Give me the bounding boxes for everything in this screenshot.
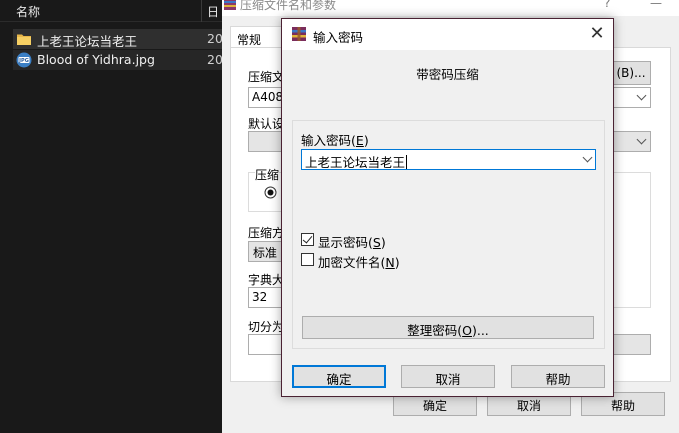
file-date: 20 (207, 31, 223, 46)
split-volume-field[interactable] (248, 334, 283, 355)
cancel-button[interactable]: 取消 (401, 365, 495, 388)
password-field-label: 输入密码(E) (301, 133, 369, 148)
check-icon (302, 233, 313, 244)
ok-button[interactable]: 确定 (292, 365, 386, 388)
archive-name-dropdown[interactable] (612, 87, 651, 108)
encrypt-filenames-label: 加密文件名(N) (318, 255, 400, 270)
profile-combo[interactable] (248, 131, 283, 152)
encrypt-filenames-checkbox[interactable]: 加密文件名(N) (301, 252, 421, 270)
show-password-label: 显示密码(S) (318, 235, 386, 250)
compression-method-combo[interactable]: 标准 (248, 241, 283, 262)
profile-dropdown[interactable] (612, 131, 651, 152)
column-date-header[interactable]: 日 (207, 3, 219, 20)
radio-icon[interactable] (264, 186, 277, 199)
help-icon[interactable]: ? (604, 0, 610, 10)
file-name: Blood of Yidhra.jpg (37, 52, 155, 67)
file-row-folder[interactable]: 上老王论坛当老王 20 (13, 29, 223, 49)
help-button[interactable]: 帮助 (511, 365, 605, 388)
archive-dialog-title: 压缩文件名和参数 (240, 0, 337, 12)
column-header: 名称 日 (0, 0, 222, 22)
password-dialog: 输入密码 ✕ 带密码压缩 输入密码(E) 上老王论坛当老王 显示密码(S) 加密… (281, 18, 614, 397)
chevron-down-icon[interactable] (582, 152, 593, 163)
options-groupbox (612, 172, 651, 308)
file-name: 上老王论坛当老王 (37, 34, 138, 49)
password-dialog-titlebar[interactable]: 输入密码 ✕ (282, 19, 613, 50)
password-input-value: 上老王论坛当老王 (305, 155, 406, 170)
dictionary-size-label: 字典大 (248, 273, 285, 287)
file-row-jpg[interactable]: JPG Blood of Yidhra.jpg 20 (13, 50, 223, 70)
text-caret (406, 155, 408, 169)
file-explorer: 名称 日 上老王论坛当老王 20 JPG Blood of Yidhra.jpg… (0, 0, 223, 433)
svg-text:JPG: JPG (18, 58, 29, 64)
dictionary-size-field[interactable]: 32 (248, 287, 283, 308)
checkbox-box[interactable] (301, 233, 314, 246)
column-name-header[interactable]: 名称 (16, 3, 40, 20)
checkbox-box[interactable] (301, 253, 314, 266)
organize-passwords-button[interactable]: 整理密码(O)... (302, 316, 594, 339)
file-date: 20 (207, 52, 223, 67)
folder-icon (17, 34, 31, 45)
archive-name-field[interactable]: A4084 (248, 87, 283, 108)
chevron-down-icon (636, 90, 647, 101)
password-dialog-title: 输入密码 (313, 30, 364, 45)
close-icon[interactable]: ✕ (586, 23, 608, 45)
winrar-icon (292, 27, 306, 41)
format-group-label: 压缩 (255, 166, 280, 183)
winrar-icon (224, 0, 236, 10)
jpg-icon: JPG (16, 52, 32, 68)
minimize-icon[interactable]: — (650, 0, 662, 10)
tab-general[interactable]: 常规 (230, 26, 282, 48)
archive-name-label: 压缩文 (248, 70, 285, 84)
archive-dialog-titlebar[interactable]: 压缩文件名和参数 ? — (222, 0, 679, 16)
column-separator[interactable] (201, 0, 202, 22)
split-volume-dropdown[interactable] (612, 334, 651, 355)
password-input[interactable]: 上老王论坛当老王 (301, 149, 596, 170)
dialog-heading: 带密码压缩 (416, 67, 479, 82)
show-password-checkbox[interactable]: 显示密码(S) (301, 232, 421, 250)
split-volume-label: 切分为 (248, 320, 285, 334)
browse-button[interactable]: (B)... (611, 61, 651, 85)
chevron-down-icon (636, 134, 647, 145)
compression-method-label: 压缩方 (248, 226, 285, 240)
default-profile-label: 默认设 (248, 117, 285, 131)
